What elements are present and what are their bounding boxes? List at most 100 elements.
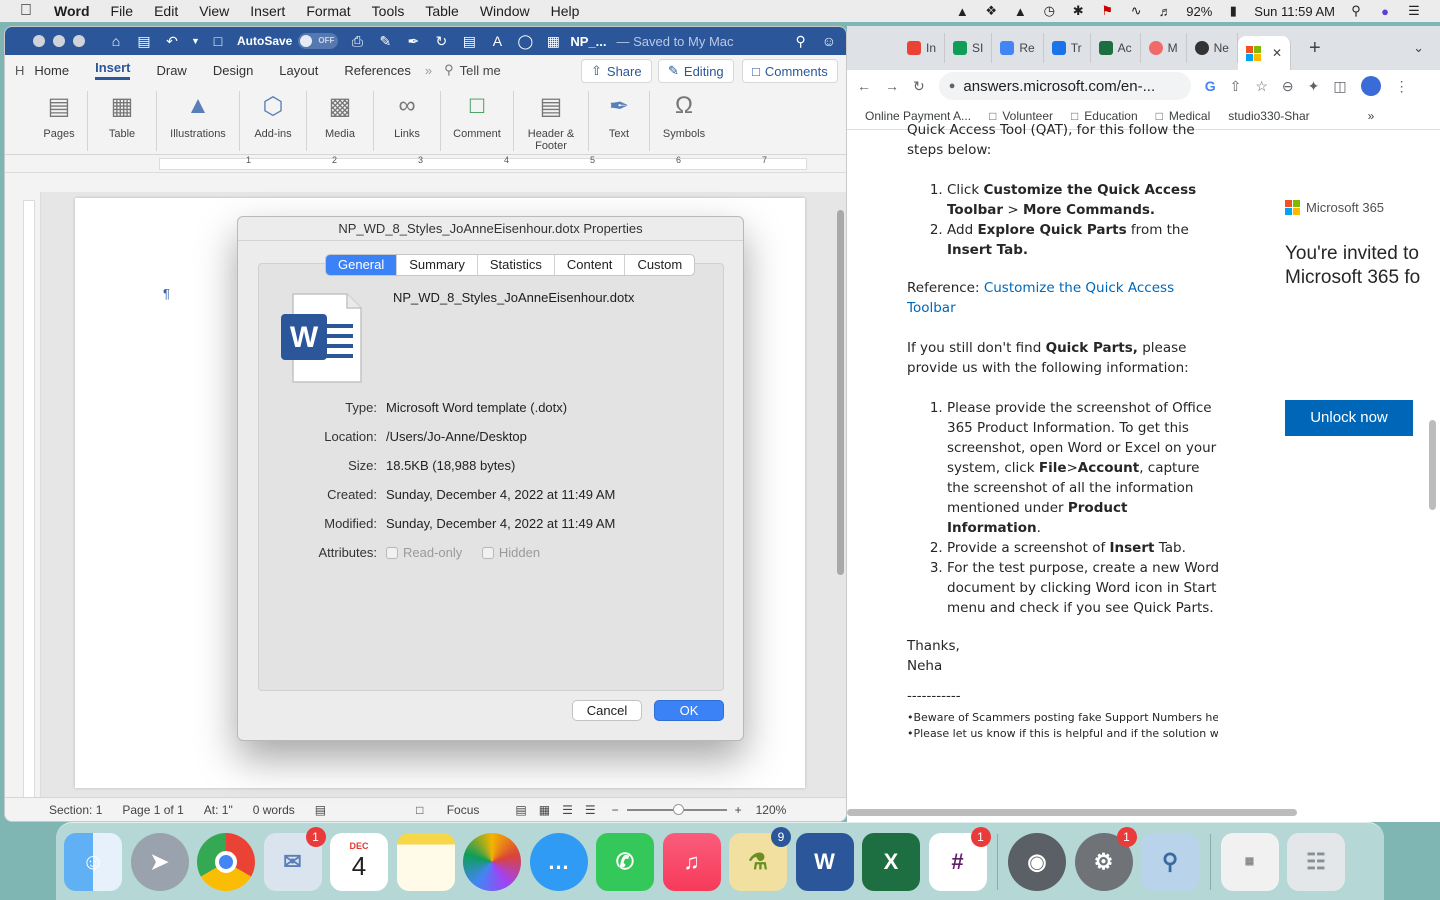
forward-icon[interactable]: → bbox=[885, 78, 899, 94]
dock-mail[interactable]: ✉ 1 bbox=[263, 826, 326, 891]
dock-finder[interactable]: ☺ bbox=[64, 832, 122, 891]
bookmark-item[interactable]: studio330-Shar bbox=[1228, 109, 1309, 123]
minimize-window-button[interactable] bbox=[53, 35, 65, 47]
address-bar[interactable]: ● answers.microsoft.com/en-... bbox=[938, 72, 1191, 100]
dropbox-icon[interactable]: ❖ bbox=[983, 3, 999, 19]
tab-references[interactable]: References bbox=[344, 63, 410, 78]
zoom-out-button[interactable]: − bbox=[612, 803, 619, 817]
browser-tab[interactable]: Tr bbox=[1044, 33, 1091, 63]
zoom-slider-thumb[interactable] bbox=[672, 803, 684, 815]
ribbon-addins[interactable]: ⬡ Add-ins bbox=[248, 89, 298, 141]
dock-slack[interactable]: #1 bbox=[928, 826, 991, 891]
status-page[interactable]: Page 1 of 1 bbox=[122, 803, 183, 817]
reload-icon[interactable]: ↻ bbox=[913, 78, 925, 95]
tab-statistics[interactable]: Statistics bbox=[478, 255, 555, 275]
focus-button[interactable]: □ Focus bbox=[416, 803, 499, 817]
home-icon[interactable]: ⌂ bbox=[107, 33, 125, 49]
dock-trash[interactable]: ☷ bbox=[1287, 832, 1345, 891]
ribbon-media[interactable]: ▩ Media bbox=[315, 89, 365, 141]
dock-notes[interactable] bbox=[396, 832, 455, 891]
browser-tab[interactable]: Ac bbox=[1091, 33, 1141, 63]
autosave-control[interactable]: AutoSave OFF bbox=[237, 33, 339, 49]
format-icon[interactable]: ▤ bbox=[460, 33, 478, 50]
volume-icon[interactable]: ♬ bbox=[1157, 4, 1173, 19]
extension-block-icon[interactable]: ⊖ bbox=[1282, 78, 1294, 95]
browser-tab[interactable]: In bbox=[899, 33, 946, 63]
comments-button[interactable]: □ Comments bbox=[742, 59, 838, 83]
ribbon-illustrations[interactable]: ▲ Illustrations bbox=[165, 89, 231, 140]
tab-design[interactable]: Design bbox=[213, 63, 253, 78]
undo-icon[interactable]: ↶ bbox=[163, 33, 181, 50]
close-tab-icon[interactable]: ✕ bbox=[1272, 46, 1282, 60]
vertical-scrollbar[interactable] bbox=[837, 210, 844, 575]
share-button[interactable]: ⇧ Share bbox=[581, 59, 652, 83]
browser-tab[interactable]: Re bbox=[992, 33, 1044, 63]
page-horizontal-scrollbar[interactable] bbox=[847, 809, 1297, 816]
zoom-level[interactable]: 120% bbox=[756, 803, 787, 817]
dock-system-preferences[interactable]: ⚙ 1 bbox=[1074, 826, 1137, 891]
bluetooth-icon[interactable]: ✱ bbox=[1070, 3, 1086, 19]
browser-tab[interactable]: M bbox=[1141, 33, 1187, 63]
editing-button[interactable]: ✎ Editing bbox=[658, 59, 734, 83]
chrome-menu-icon[interactable]: ⋮ bbox=[1395, 78, 1409, 95]
ribbon-pages[interactable]: ▤ Pages bbox=[39, 89, 79, 141]
dock-messages[interactable]: … bbox=[529, 832, 588, 891]
tab-custom[interactable]: Custom bbox=[625, 255, 694, 275]
menu-edit[interactable]: Edit bbox=[154, 3, 178, 19]
pen-icon[interactable]: ✒ bbox=[404, 33, 422, 50]
web-layout-icon[interactable]: ▦ bbox=[539, 803, 550, 817]
browser-tab-active[interactable]: ✕ bbox=[1237, 36, 1292, 70]
outline-view-icon[interactable]: ☰ bbox=[562, 803, 573, 817]
dock-word[interactable]: W bbox=[795, 832, 854, 891]
vertical-ruler[interactable] bbox=[5, 192, 41, 800]
ok-button[interactable]: OK bbox=[654, 700, 724, 721]
redo-icon[interactable]: ↻ bbox=[432, 33, 450, 50]
menu-format[interactable]: Format bbox=[306, 3, 350, 19]
tab-layout[interactable]: Layout bbox=[279, 63, 318, 78]
menu-view[interactable]: View bbox=[199, 3, 229, 19]
edit-icon[interactable]: ✎ bbox=[376, 33, 394, 50]
zoom-in-button[interactable]: + bbox=[735, 803, 742, 817]
share-page-icon[interactable]: ⇧ bbox=[1230, 78, 1242, 95]
save-icon[interactable]: ▤ bbox=[135, 33, 153, 50]
menu-insert[interactable]: Insert bbox=[250, 3, 285, 19]
tab-clipped-home[interactable]: H bbox=[15, 63, 24, 78]
shapes-icon[interactable]: ◯ bbox=[516, 33, 534, 50]
dock-music[interactable]: ♫ bbox=[662, 832, 721, 891]
zoom-window-button[interactable] bbox=[73, 35, 85, 47]
ribbon-comment[interactable]: □ Comment bbox=[449, 89, 505, 140]
page-vertical-scrollbar[interactable] bbox=[1429, 420, 1436, 510]
dock-calendar[interactable]: DEC 4 bbox=[330, 832, 388, 891]
dock-excel[interactable]: X bbox=[862, 832, 920, 891]
bookmarks-overflow-icon[interactable]: » bbox=[1368, 109, 1375, 123]
account-icon[interactable]: ☺ bbox=[822, 33, 836, 50]
browser-tab[interactable]: Ne bbox=[1187, 33, 1238, 63]
dock-lab[interactable]: ⚗ 9 bbox=[729, 826, 791, 891]
wifi-icon[interactable]: ∿ bbox=[1128, 3, 1144, 19]
bookmark-star-icon[interactable]: ☆ bbox=[1255, 78, 1268, 95]
status-words[interactable]: 0 words bbox=[253, 803, 295, 817]
tell-me-search[interactable]: Tell me bbox=[460, 63, 501, 78]
dock-screenshot[interactable]: ◉ bbox=[1008, 832, 1066, 891]
profile-avatar-icon[interactable] bbox=[1360, 76, 1381, 96]
time-machine-icon[interactable]: ◷ bbox=[1041, 3, 1057, 19]
dock-launchpad[interactable]: ➤ bbox=[130, 832, 189, 891]
menu-tools[interactable]: Tools bbox=[372, 3, 405, 19]
tab-general[interactable]: General bbox=[326, 255, 398, 275]
zoom-slider[interactable] bbox=[626, 803, 727, 815]
battery-icon[interactable]: ▮ bbox=[1225, 3, 1241, 19]
browser-tab[interactable]: SI bbox=[945, 33, 993, 63]
tab-search-icon[interactable]: ⌄ bbox=[1413, 40, 1424, 56]
proofing-icon[interactable]: ▤ bbox=[315, 803, 326, 817]
dock-chrome[interactable] bbox=[197, 832, 255, 891]
menu-table[interactable]: Table bbox=[425, 3, 458, 19]
sidebar-icon[interactable]: ◫ bbox=[1333, 78, 1346, 95]
menu-help[interactable]: Help bbox=[551, 3, 580, 19]
tab-insert[interactable]: Insert bbox=[95, 60, 131, 80]
cleaner-icon[interactable]: ▲ bbox=[954, 4, 970, 19]
menu-window[interactable]: Window bbox=[480, 3, 530, 19]
battery-percent[interactable]: 92% bbox=[1186, 4, 1212, 19]
ribbon-links[interactable]: ∞ Links bbox=[382, 89, 432, 140]
font-icon[interactable]: A bbox=[488, 33, 506, 49]
back-icon[interactable]: ← bbox=[857, 78, 871, 94]
